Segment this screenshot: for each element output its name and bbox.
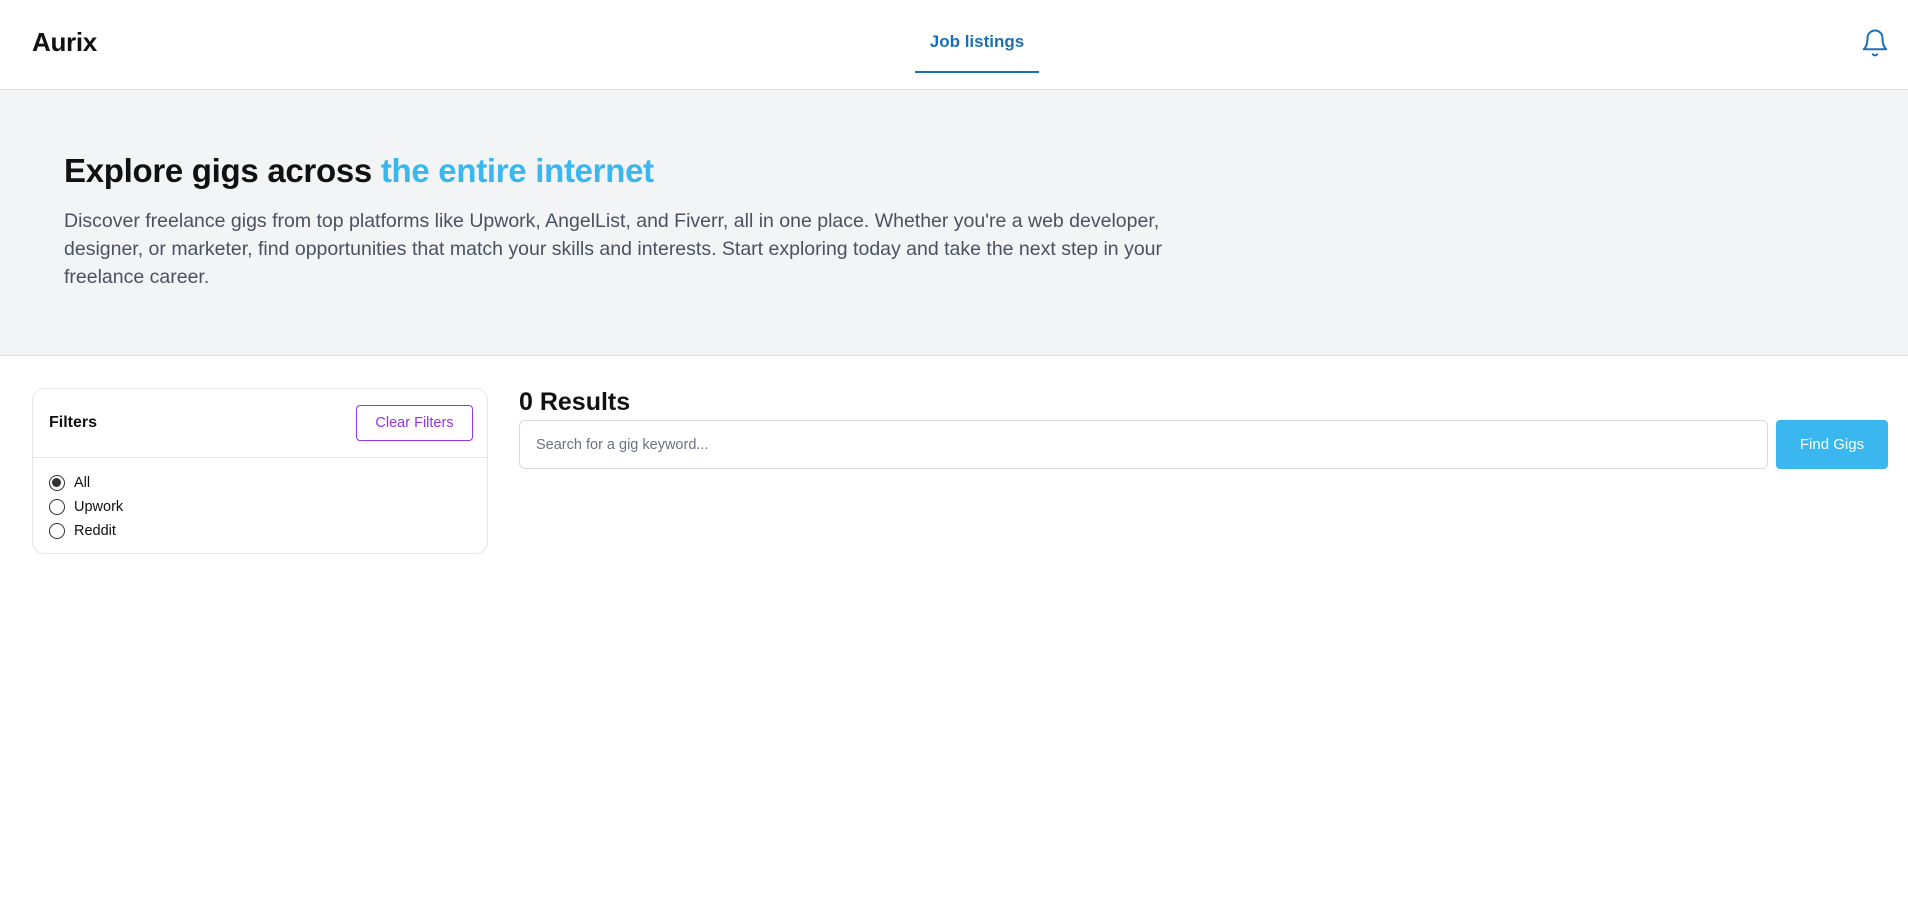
radio-reddit[interactable]: [49, 523, 65, 539]
bell-icon[interactable]: [1860, 28, 1890, 58]
hero-description: Discover freelance gigs from top platfor…: [64, 210, 1163, 288]
search-input[interactable]: [519, 420, 1768, 469]
filter-option-label: All: [74, 475, 91, 491]
hero-title: Explore gigs across the entire internet: [64, 152, 654, 190]
tab-job-listings[interactable]: Job listings: [915, 0, 1039, 73]
filter-option-label: Reddit: [74, 523, 116, 539]
filter-option-all[interactable]: All: [49, 471, 123, 495]
filter-option-upwork[interactable]: Upwork: [49, 495, 123, 519]
results-count: 0 Results: [519, 388, 631, 416]
hero-title-accent: the entire internet: [380, 152, 654, 189]
filter-option-reddit[interactable]: Reddit: [49, 519, 123, 543]
filter-option-label: Upwork: [74, 499, 124, 515]
platform-filter-group: All Upwork Reddit: [49, 471, 123, 543]
radio-all[interactable]: [49, 475, 65, 491]
hero-banner: Explore gigs across the entire internet …: [0, 90, 1908, 356]
app-logo[interactable]: Aurix: [32, 27, 97, 58]
filters-title: Filters: [49, 414, 98, 431]
top-navbar: Aurix Job listings: [0, 0, 1908, 90]
hero-title-prefix: Explore gigs across: [64, 152, 381, 189]
radio-upwork[interactable]: [49, 499, 65, 515]
find-gigs-button[interactable]: Find Gigs: [1776, 420, 1888, 469]
filters-header: Filters Clear Filters: [33, 389, 487, 458]
filters-panel: Filters Clear Filters All Upwork Reddit: [32, 388, 488, 554]
clear-filters-button[interactable]: Clear Filters: [356, 405, 473, 441]
